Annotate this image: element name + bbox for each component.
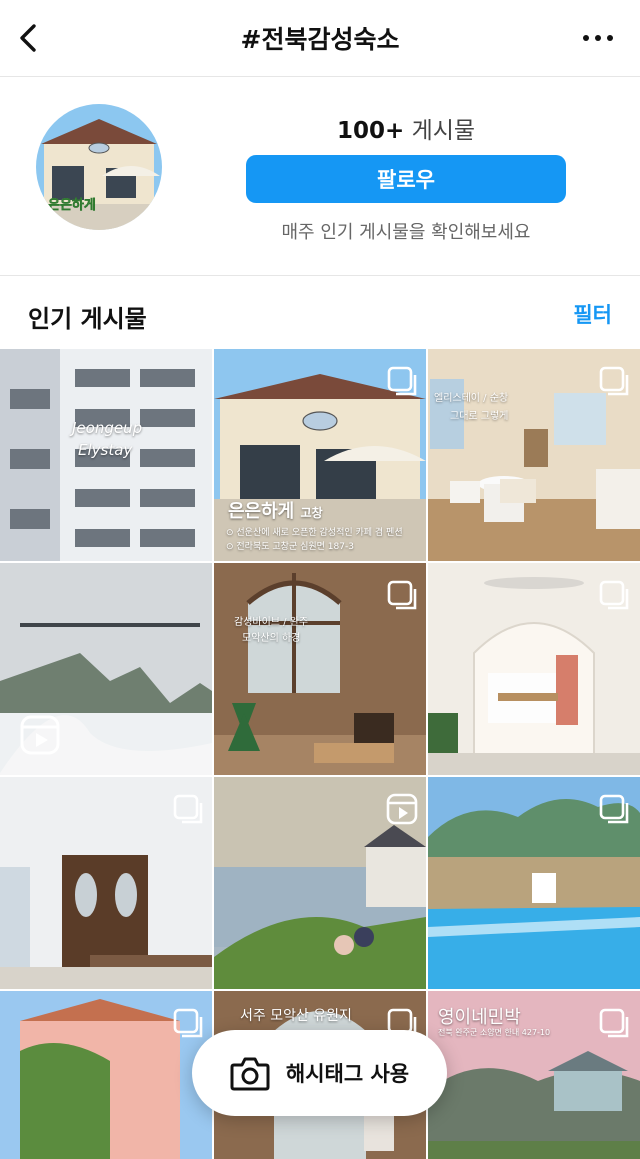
- post-count: 100+ 게시물: [336, 118, 476, 144]
- carousel-icon: [173, 794, 203, 824]
- tile-caption: 서주 모악산 유원지: [240, 1008, 352, 1024]
- tile-caption: 모악산의 하경: [242, 633, 301, 644]
- section-header: 인기 게시물 필터: [0, 277, 640, 349]
- reel-icon: [386, 793, 418, 825]
- camera-icon: [230, 1057, 270, 1091]
- weekly-subtitle: 매주 인기 게시물을 확인해보세요: [281, 222, 531, 243]
- tile-caption: ⊙ 전라북도 고창군 심원면 187-3: [226, 542, 354, 552]
- top-bar: #전북감성숙소: [0, 0, 640, 77]
- carousel-icon: [599, 366, 629, 396]
- filter-button[interactable]: 필터: [573, 299, 612, 329]
- carousel-icon: [387, 366, 417, 396]
- use-hashtag-button[interactable]: 해시태그 사용: [192, 1030, 447, 1116]
- hashtag-profile: 은은하게 100+ 게시물 팔로우 매주 인기 게시물을 확인해보세요: [0, 77, 640, 276]
- carousel-icon: [599, 580, 629, 610]
- tile-caption: 영이네민박: [438, 1007, 521, 1028]
- post-tile[interactable]: Jeongeup Elystay: [0, 349, 212, 561]
- svg-text:은은하게: 은은하게: [48, 197, 96, 213]
- more-options-icon[interactable]: [578, 22, 618, 54]
- carousel-icon: [599, 794, 629, 824]
- tile-caption: 은은하게 고창: [228, 501, 323, 522]
- tile-caption: Jeongeup: [72, 419, 143, 437]
- reel-icon: [20, 715, 60, 755]
- carousel-icon: [599, 1008, 629, 1038]
- tile-caption: 감성바이브 / 완주: [234, 617, 309, 628]
- carousel-icon: [173, 1008, 203, 1038]
- section-title: 인기 게시물: [28, 305, 147, 333]
- tile-caption: 전북 완주군 소양면 한내 427-10: [438, 1028, 551, 1037]
- tile-caption: ⊙ 선운산에 새로 오픈한 감성적인 카페 겸 펜션: [226, 528, 403, 538]
- tile-caption: Elystay: [78, 441, 133, 459]
- carousel-icon: [387, 580, 417, 610]
- page-title: #전북감성숙소: [240, 25, 400, 54]
- use-hashtag-label: 해시태그 사용: [285, 1062, 410, 1086]
- hashtag-avatar: 은은하게: [36, 104, 162, 230]
- tile-caption: 그대로 그렇게: [450, 411, 509, 422]
- tile-caption: 엘리스테이 / 순창: [434, 393, 509, 404]
- follow-button[interactable]: 팔로우: [246, 155, 566, 203]
